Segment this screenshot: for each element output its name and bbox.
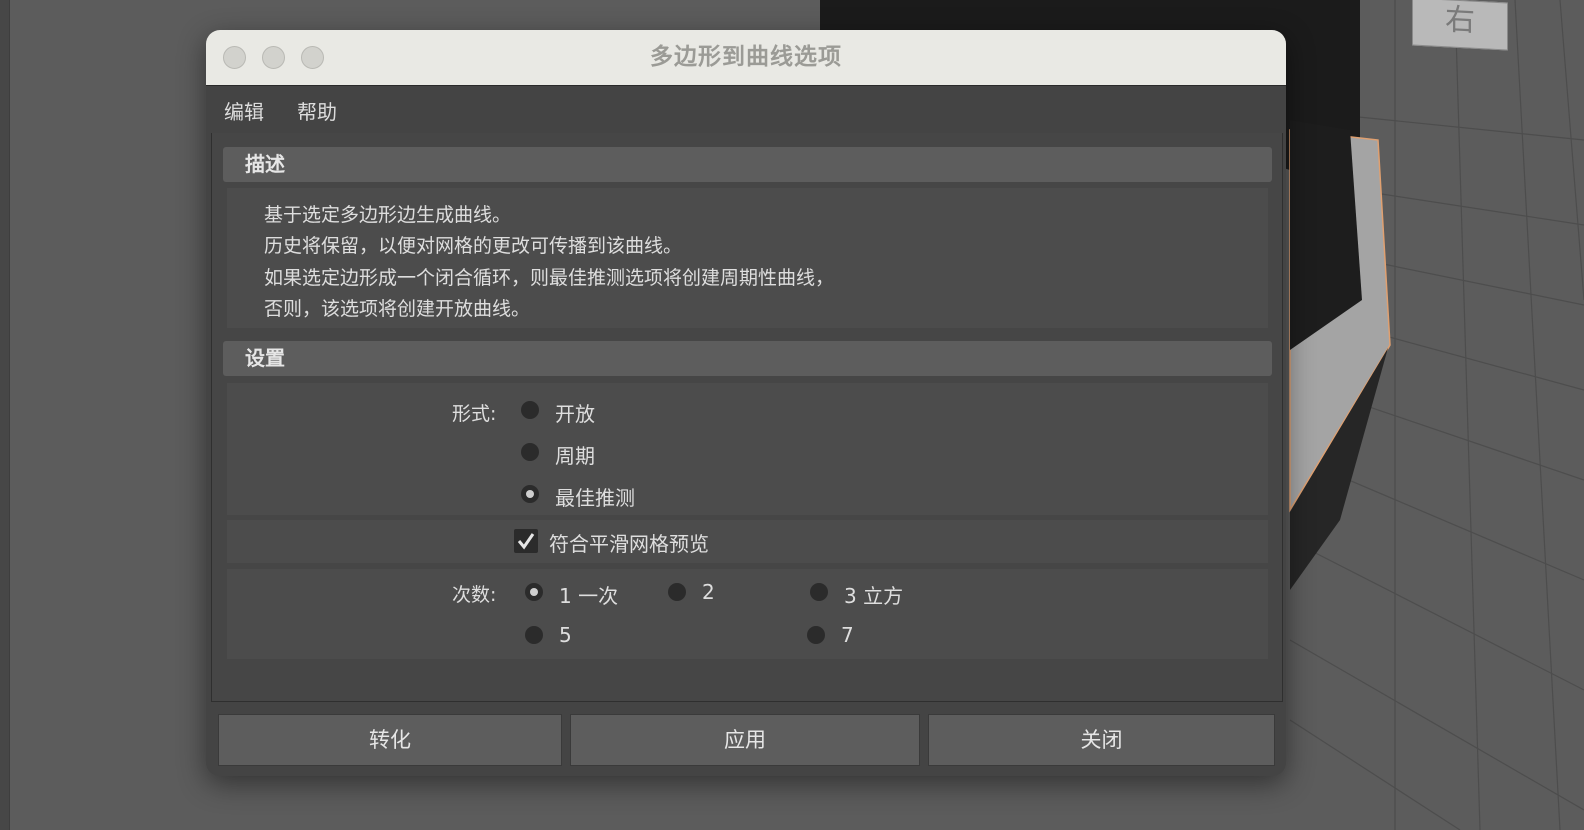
form-best-guess-label[interactable]: 最佳推测 <box>555 482 635 511</box>
description-line: 否则，该选项将创建开放曲线。 <box>264 298 531 320</box>
form-periodic-label[interactable]: 周期 <box>555 440 595 469</box>
window-title: 多边形到曲线选项 <box>650 44 842 70</box>
convert-button[interactable]: 转化 <box>218 714 562 766</box>
settings-section-header[interactable]: 设置 <box>223 341 1272 376</box>
degree-1-label[interactable]: 1 一次 <box>559 580 618 609</box>
form-label: 形式: <box>452 403 497 425</box>
degree-3-radio[interactable] <box>810 583 828 601</box>
form-periodic-radio[interactable] <box>521 443 539 461</box>
form-open-radio[interactable] <box>521 401 539 419</box>
smooth-preview-row: 符合平滑网格预览 <box>227 520 1268 563</box>
apply-button[interactable]: 应用 <box>570 714 920 766</box>
degree-2-label[interactable]: 2 <box>702 580 715 604</box>
degree-7-radio[interactable] <box>807 626 825 644</box>
degree-group: 次数: 1 一次 2 3 立方 5 7 <box>227 569 1268 659</box>
degree-7-label[interactable]: 7 <box>841 623 854 647</box>
button-bar: 转化 应用 关闭 <box>206 702 1286 776</box>
smooth-mesh-preview-label[interactable]: 符合平滑网格预览 <box>549 528 709 557</box>
degree-1-radio[interactable] <box>525 583 543 601</box>
degree-3-label[interactable]: 3 立方 <box>844 580 903 609</box>
description-line: 如果选定边形成一个闭合循环，则最佳推测选项将创建周期性曲线， <box>264 267 835 289</box>
title-bar[interactable]: 多边形到曲线选项 <box>206 30 1286 86</box>
description-line: 基于选定多边形边生成曲线。 <box>264 204 512 226</box>
checkmark-icon <box>517 533 535 550</box>
degree-label: 次数: <box>452 584 497 606</box>
form-open-label[interactable]: 开放 <box>555 398 595 427</box>
degree-5-label[interactable]: 5 <box>559 623 572 647</box>
smooth-mesh-preview-checkbox[interactable] <box>514 529 538 553</box>
form-best-guess-radio[interactable] <box>521 485 539 503</box>
form-group: 形式: 开放 周期 最佳推测 <box>227 383 1268 515</box>
options-panel: 描述 基于选定多边形边生成曲线。 历史将保留，以便对网格的更改可传播到该曲线。 … <box>211 133 1283 702</box>
view-cube[interactable]: 右 <box>1412 0 1508 51</box>
description-block: 基于选定多边形边生成曲线。 历史将保留，以便对网格的更改可传播到该曲线。 如果选… <box>227 188 1268 328</box>
description-section-header[interactable]: 描述 <box>223 147 1272 182</box>
menu-edit[interactable]: 编辑 <box>224 96 264 125</box>
close-button[interactable]: 关闭 <box>928 714 1275 766</box>
degree-5-radio[interactable] <box>525 626 543 644</box>
description-line: 历史将保留，以便对网格的更改可传播到该曲线。 <box>264 235 683 257</box>
degree-2-radio[interactable] <box>668 583 686 601</box>
polygon-to-curve-options-dialog: 多边形到曲线选项 编辑 帮助 描述 基于选定多边形边生成曲线。 历史将保留，以便… <box>206 30 1286 776</box>
menu-help[interactable]: 帮助 <box>297 96 337 125</box>
menu-bar: 编辑 帮助 <box>206 86 1286 130</box>
